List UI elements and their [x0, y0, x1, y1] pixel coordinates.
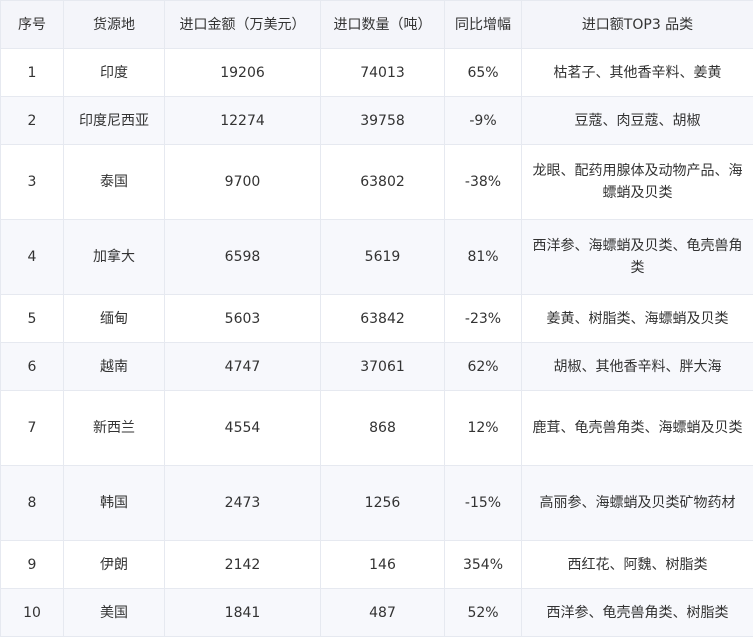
cell-origin: 加拿大	[63, 219, 165, 295]
cell-growth: -23%	[444, 294, 522, 343]
cell-origin: 缅甸	[63, 294, 165, 343]
cell-growth: -9%	[444, 96, 522, 145]
cell-top3: 西洋参、海螵蛸及贝类、龟壳兽角类	[521, 219, 753, 295]
cell-growth: 65%	[444, 48, 522, 97]
cell-amount: 2473	[164, 465, 321, 541]
header-amount: 进口金额（万美元）	[164, 0, 321, 49]
cell-origin: 越南	[63, 342, 165, 391]
cell-growth: -38%	[444, 144, 522, 220]
cell-no: 8	[0, 465, 64, 541]
table-row: 3 泰国 9700 63802 -38% 龙眼、配药用腺体及动物产品、海螵蛸及贝…	[0, 144, 753, 220]
cell-no: 5	[0, 294, 64, 343]
table-row: 8 韩国 2473 1256 -15% 高丽参、海螵蛸及贝类矿物药材	[0, 465, 753, 541]
cell-origin: 美国	[63, 588, 165, 637]
header-no: 序号	[0, 0, 64, 49]
header-top3: 进口额TOP3 品类	[521, 0, 753, 49]
cell-quantity: 5619	[320, 219, 445, 295]
import-table: 序号 货源地 进口金额（万美元） 进口数量（吨） 同比增幅 进口额TOP3 品类…	[0, 0, 753, 637]
cell-no: 10	[0, 588, 64, 637]
cell-quantity: 1256	[320, 465, 445, 541]
cell-top3: 鹿茸、龟壳兽角类、海螵蛸及贝类	[521, 390, 753, 466]
cell-no: 9	[0, 540, 64, 589]
table-row: 2 印度尼西亚 12274 39758 -9% 豆蔻、肉豆蔻、胡椒	[0, 96, 753, 145]
table-header-row: 序号 货源地 进口金额（万美元） 进口数量（吨） 同比增幅 进口额TOP3 品类	[0, 0, 753, 49]
table-row: 4 加拿大 6598 5619 81% 西洋参、海螵蛸及贝类、龟壳兽角类	[0, 219, 753, 295]
cell-growth: 62%	[444, 342, 522, 391]
cell-top3: 西洋参、龟壳兽角类、树脂类	[521, 588, 753, 637]
cell-amount: 12274	[164, 96, 321, 145]
cell-quantity: 487	[320, 588, 445, 637]
header-quantity: 进口数量（吨）	[320, 0, 445, 49]
cell-amount: 9700	[164, 144, 321, 220]
cell-top3: 枯茗子、其他香辛料、姜黄	[521, 48, 753, 97]
cell-growth: 12%	[444, 390, 522, 466]
cell-quantity: 74013	[320, 48, 445, 97]
cell-top3: 姜黄、树脂类、海螵蛸及贝类	[521, 294, 753, 343]
cell-growth: 52%	[444, 588, 522, 637]
header-origin: 货源地	[63, 0, 165, 49]
cell-top3: 高丽参、海螵蛸及贝类矿物药材	[521, 465, 753, 541]
cell-no: 1	[0, 48, 64, 97]
cell-no: 2	[0, 96, 64, 145]
cell-no: 6	[0, 342, 64, 391]
cell-origin: 新西兰	[63, 390, 165, 466]
cell-quantity: 63842	[320, 294, 445, 343]
cell-growth: 354%	[444, 540, 522, 589]
cell-amount: 5603	[164, 294, 321, 343]
cell-amount: 19206	[164, 48, 321, 97]
cell-origin: 泰国	[63, 144, 165, 220]
table-row: 5 缅甸 5603 63842 -23% 姜黄、树脂类、海螵蛸及贝类	[0, 294, 753, 343]
cell-no: 7	[0, 390, 64, 466]
cell-top3: 龙眼、配药用腺体及动物产品、海螵蛸及贝类	[521, 144, 753, 220]
cell-no: 4	[0, 219, 64, 295]
cell-top3: 西红花、阿魏、树脂类	[521, 540, 753, 589]
header-growth: 同比增幅	[444, 0, 522, 49]
cell-growth: -15%	[444, 465, 522, 541]
cell-amount: 6598	[164, 219, 321, 295]
cell-growth: 81%	[444, 219, 522, 295]
table-row: 6 越南 4747 37061 62% 胡椒、其他香辛料、胖大海	[0, 342, 753, 391]
cell-top3: 胡椒、其他香辛料、胖大海	[521, 342, 753, 391]
cell-top3: 豆蔻、肉豆蔻、胡椒	[521, 96, 753, 145]
cell-origin: 印度	[63, 48, 165, 97]
cell-quantity: 39758	[320, 96, 445, 145]
cell-quantity: 868	[320, 390, 445, 466]
cell-quantity: 37061	[320, 342, 445, 391]
cell-amount: 2142	[164, 540, 321, 589]
cell-amount: 4554	[164, 390, 321, 466]
table-row: 1 印度 19206 74013 65% 枯茗子、其他香辛料、姜黄	[0, 48, 753, 97]
cell-quantity: 63802	[320, 144, 445, 220]
cell-origin: 伊朗	[63, 540, 165, 589]
cell-amount: 4747	[164, 342, 321, 391]
cell-no: 3	[0, 144, 64, 220]
cell-origin: 韩国	[63, 465, 165, 541]
table-row: 9 伊朗 2142 146 354% 西红花、阿魏、树脂类	[0, 540, 753, 589]
cell-origin: 印度尼西亚	[63, 96, 165, 145]
cell-quantity: 146	[320, 540, 445, 589]
table-row: 10 美国 1841 487 52% 西洋参、龟壳兽角类、树脂类	[0, 588, 753, 637]
table-row: 7 新西兰 4554 868 12% 鹿茸、龟壳兽角类、海螵蛸及贝类	[0, 390, 753, 466]
cell-amount: 1841	[164, 588, 321, 637]
